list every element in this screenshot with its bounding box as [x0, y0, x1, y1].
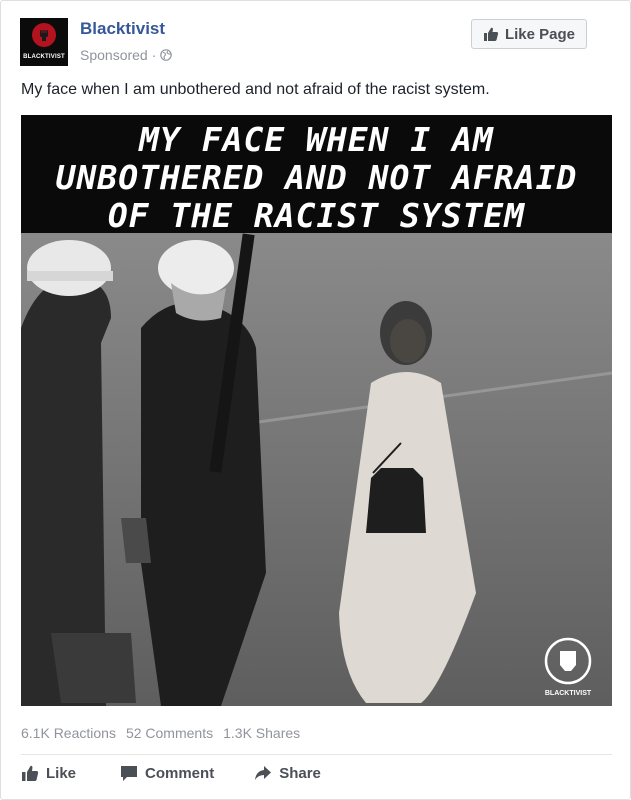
caption-line-3: OF THE RACIST SYSTEM [107, 196, 526, 235]
globe-icon[interactable] [160, 49, 173, 61]
post-text: My face when I am unbothered and not afr… [21, 81, 490, 98]
post-meta: Sponsored · [80, 47, 173, 63]
share-label: Share [279, 764, 321, 782]
like-page-button[interactable]: Like Page [471, 19, 587, 49]
image-caption: MY FACE WHEN I AM UNBOTHERED AND NOT AFR… [21, 121, 612, 235]
avatar-logo-text: BLACKTIVIST [23, 54, 65, 60]
engagement-stats: 6.1K Reactions 52 Comments 1.3K Shares [21, 725, 300, 741]
historical-photo: BLACKTIVIST [21, 233, 612, 706]
like-label: Like [46, 764, 77, 782]
image-caption-bar: MY FACE WHEN I AM UNBOTHERED AND NOT AFR… [21, 115, 612, 235]
comment-bubble-icon [121, 766, 138, 781]
action-divider [21, 754, 612, 755]
shares-count[interactable]: 1.3K Shares [223, 725, 300, 741]
thumbs-up-icon [483, 27, 499, 41]
page-avatar[interactable]: BLACKTIVIST [20, 18, 68, 66]
meta-separator: · [151, 47, 157, 63]
like-button[interactable]: Like [21, 764, 76, 782]
comments-count[interactable]: 52 Comments [126, 725, 213, 741]
caption-line-1: MY FACE WHEN I AM [139, 120, 494, 159]
thumbs-up-icon [22, 765, 39, 781]
watermark-text: BLACKTIVIST [545, 690, 592, 697]
comment-button[interactable]: Comment [120, 764, 214, 782]
caption-line-2: UNBOTHERED AND NOT AFRAID [55, 158, 578, 197]
post-actions: Like Comment Share [21, 761, 321, 785]
like-page-label: Like Page [504, 25, 576, 43]
share-button[interactable]: Share [254, 764, 321, 782]
post-image[interactable]: MY FACE WHEN I AM UNBOTHERED AND NOT AFR… [21, 115, 612, 706]
fist-logo-icon [40, 30, 48, 41]
reactions-count[interactable]: 6.1K Reactions [21, 725, 116, 741]
page-name-link[interactable]: Blacktivist [80, 19, 165, 39]
sponsored-label[interactable]: Sponsored [80, 47, 148, 63]
comment-label: Comment [145, 764, 215, 782]
sponsored-post-card: BLACKTIVIST Blacktivist Sponsored · Like… [0, 0, 631, 800]
share-arrow-icon [255, 766, 272, 780]
